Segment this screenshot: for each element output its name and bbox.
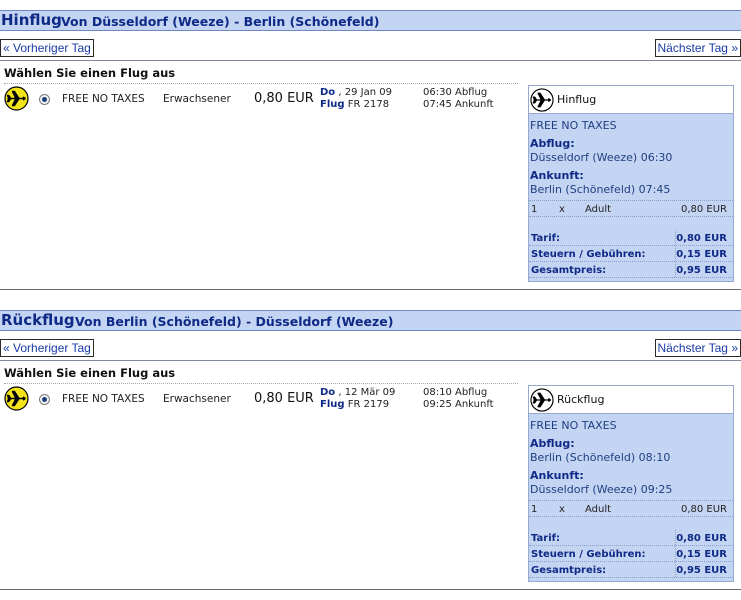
outbound-summary-departure: Düsseldorf (Weeze) 06:30 <box>530 151 673 164</box>
return-passenger-type: Erwachsener <box>163 393 231 405</box>
return-summary-header: Rückflug <box>529 386 733 414</box>
tariff-value: 0,80 EUR <box>676 233 727 244</box>
outbound-summary-title: Hinflug <box>557 93 597 106</box>
outbound-header: Hinflug Von Düsseldorf (Weeze) - Berlin … <box>0 10 741 31</box>
return-date-block: Do , 12 Mär 09 Flug FR 2179 <box>320 387 395 411</box>
pax-count: 1 <box>531 204 538 215</box>
pax-type: Adult <box>585 504 612 515</box>
total-value: 0,95 EUR <box>676 565 727 576</box>
taxes-value: 0,15 EUR <box>676 249 727 260</box>
pax-count: 1 <box>531 504 538 515</box>
return-flight-label: Flug <box>320 399 345 410</box>
return-date: , 12 Mär 09 <box>338 387 396 398</box>
return-day: Do <box>320 387 336 398</box>
outbound-summary-pax-row: 1 x Adult 0,80 EUR <box>529 200 733 217</box>
outbound-route: Von Düsseldorf (Weeze) - Berlin (Schönef… <box>61 14 380 29</box>
outbound-prev-day-button[interactable]: « Vorheriger Tag <box>0 39 94 57</box>
return-prev-day-button[interactable]: « Vorheriger Tag <box>0 339 94 357</box>
return-summary-title: Rückflug <box>557 393 605 406</box>
return-taxes-row: Steuern / Gebühren: 0,15 EUR <box>529 546 733 562</box>
return-summary-arrival-label: Ankunft: <box>530 469 584 482</box>
divider <box>0 289 741 290</box>
divider <box>4 383 518 384</box>
return-price: 0,80 EUR <box>254 391 314 406</box>
outbound-summary-header: Hinflug <box>529 86 733 114</box>
return-summary-fare: FREE NO TAXES <box>530 419 617 432</box>
return-summary-arrival: Düsseldorf (Weeze) 09:25 <box>530 483 673 496</box>
outbound-next-day-button[interactable]: Nächster Tag » <box>654 39 741 57</box>
pax-price: 0,80 EUR <box>680 204 727 215</box>
return-flight-number: FR 2179 <box>347 399 390 410</box>
return-tariff-row: Tarif: 0,80 EUR <box>529 530 733 546</box>
outbound-total-row: Gesamtpreis: 0,95 EUR <box>529 262 733 278</box>
return-route: Von Berlin (Schönefeld) - Düsseldorf (We… <box>75 314 394 329</box>
outbound-summary-arrival: Berlin (Schönefeld) 07:45 <box>530 183 671 196</box>
pax-price: 0,80 EUR <box>680 504 727 515</box>
divider <box>0 60 741 61</box>
return-summary-pax-row: 1 x Adult 0,80 EUR <box>529 500 733 517</box>
total-value: 0,95 EUR <box>676 265 727 276</box>
tariff-label: Tarif: <box>531 533 560 544</box>
airplane-icon <box>4 86 29 111</box>
return-header: Rückflug Von Berlin (Schönefeld) - Düsse… <box>0 310 741 331</box>
outbound-day: Do <box>320 87 336 98</box>
return-total-row: Gesamtpreis: 0,95 EUR <box>529 562 733 578</box>
divider <box>0 589 741 590</box>
outbound-departure: 06:30 Abflug <box>423 87 488 98</box>
outbound-fare-name: FREE NO TAXES <box>62 93 145 105</box>
return-summary-departure: Berlin (Schönefeld) 08:10 <box>530 451 671 464</box>
total-label: Gesamtpreis: <box>531 565 607 576</box>
outbound-taxes-row: Steuern / Gebühren: 0,15 EUR <box>529 246 733 262</box>
pax-type: Adult <box>585 204 612 215</box>
outbound-date-block: Do , 29 Jan 09 Flug FR 2178 <box>320 87 392 111</box>
airplane-icon <box>4 386 29 411</box>
return-summary-panel: Rückflug FREE NO TAXES Abflug: Berlin (S… <box>528 385 734 582</box>
outbound-price: 0,80 EUR <box>254 91 314 106</box>
outbound-arrival: 07:45 Ankunft <box>423 99 494 110</box>
outbound-summary-arrival-label: Ankunft: <box>530 169 584 182</box>
pax-multiplier: x <box>559 504 565 515</box>
outbound-title: Hinflug <box>1 11 62 29</box>
outbound-times: 06:30 Abflug 07:45 Ankunft <box>423 87 494 111</box>
divider <box>4 83 518 84</box>
return-flight-radio[interactable] <box>39 394 50 405</box>
taxes-label: Steuern / Gebühren: <box>531 549 646 560</box>
return-arrival: 09:25 Ankunft <box>423 399 494 410</box>
total-label: Gesamtpreis: <box>531 265 607 276</box>
outbound-tariff-row: Tarif: 0,80 EUR <box>529 230 733 246</box>
return-choose-label: Wählen Sie einen Flug aus <box>4 366 176 380</box>
return-fare-name: FREE NO TAXES <box>62 393 145 405</box>
taxes-label: Steuern / Gebühren: <box>531 249 646 260</box>
outbound-choose-label: Wählen Sie einen Flug aus <box>4 66 176 80</box>
tariff-label: Tarif: <box>531 233 560 244</box>
outbound-summary-panel: Hinflug FREE NO TAXES Abflug: Düsseldorf… <box>528 85 734 282</box>
outbound-flight-number: FR 2178 <box>347 99 390 110</box>
outbound-flight-label: Flug <box>320 99 345 110</box>
pax-multiplier: x <box>559 204 565 215</box>
outbound-date: , 29 Jan 09 <box>338 87 392 98</box>
taxes-value: 0,15 EUR <box>676 549 727 560</box>
outbound-passenger-type: Erwachsener <box>163 93 231 105</box>
return-title: Rückflug <box>1 311 75 329</box>
return-next-day-button[interactable]: Nächster Tag » <box>654 339 741 357</box>
airplane-icon <box>530 88 554 112</box>
outbound-summary-fare: FREE NO TAXES <box>530 119 617 132</box>
outbound-summary-departure-label: Abflug: <box>530 137 575 150</box>
return-departure: 08:10 Abflug <box>423 387 488 398</box>
airplane-icon <box>530 388 554 412</box>
divider <box>0 360 741 361</box>
outbound-flight-radio[interactable] <box>39 94 50 105</box>
tariff-value: 0,80 EUR <box>676 533 727 544</box>
return-summary-departure-label: Abflug: <box>530 437 575 450</box>
return-times: 08:10 Abflug 09:25 Ankunft <box>423 387 494 411</box>
